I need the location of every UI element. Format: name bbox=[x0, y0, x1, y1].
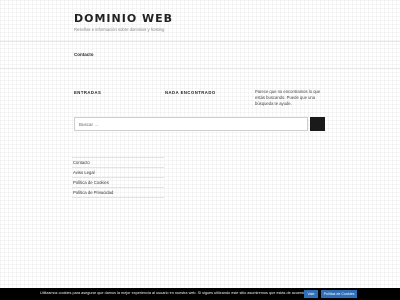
footer-link-contacto[interactable]: Contacto bbox=[72, 158, 164, 168]
cookie-bar: Utilizamos cookies para asegurar que dam… bbox=[0, 288, 400, 300]
search-input[interactable] bbox=[74, 117, 308, 131]
cookie-policy-button[interactable]: Política de Cookies bbox=[321, 290, 357, 298]
cookie-accept-button[interactable]: Vale bbox=[304, 290, 318, 298]
entries-title: ENTRADAS bbox=[74, 90, 102, 95]
footer-links: Contacto Aviso Legal Política de Cookies… bbox=[72, 157, 164, 198]
site-header: DOMINIO WEB Reseñas e información sobre … bbox=[0, 0, 400, 42]
search-form bbox=[74, 117, 325, 131]
main-navigation: Contacto bbox=[0, 43, 400, 69]
cookie-notice-text: Utilizamos cookies para asegurar que dam… bbox=[40, 291, 307, 295]
nav-item-contacto[interactable]: Contacto bbox=[74, 52, 94, 57]
footer-link-politica-cookies[interactable]: Política de Cookies bbox=[72, 178, 164, 188]
site-description: Reseñas e información sobre dominios y h… bbox=[74, 27, 165, 32]
footer-link-aviso-legal[interactable]: Aviso Legal bbox=[72, 168, 164, 178]
not-found-message: Parece que no encontramos lo que estás b… bbox=[255, 89, 321, 106]
site-title[interactable]: DOMINIO WEB bbox=[74, 12, 173, 25]
search-button[interactable] bbox=[310, 117, 325, 131]
footer-link-politica-privacidad[interactable]: Política de Privacidad bbox=[72, 188, 164, 198]
not-found-title: NADA ENCONTRADO bbox=[165, 90, 216, 95]
